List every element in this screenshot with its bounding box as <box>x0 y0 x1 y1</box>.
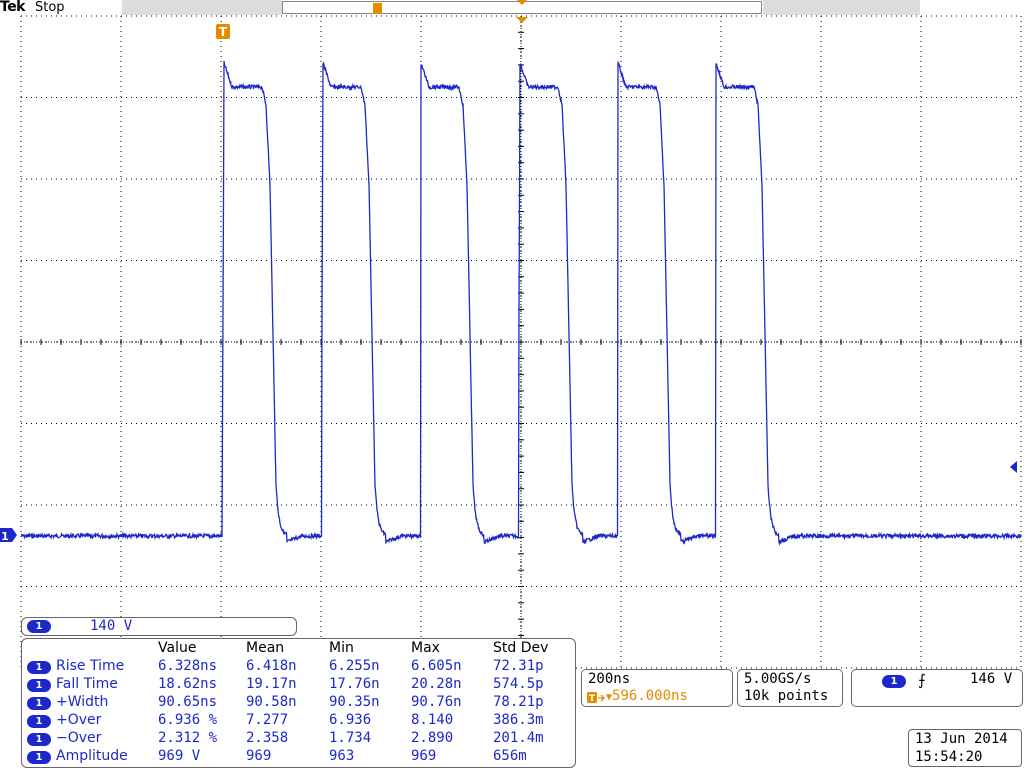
col-header-mean: Mean <box>246 640 285 656</box>
col-header-std-dev: Std Dev <box>493 640 549 656</box>
measurement-mean: 2.358 <box>246 730 289 746</box>
record-trigger-marker <box>373 3 382 14</box>
measurement-value: 6.328ns <box>158 658 218 674</box>
measurement-mean: 19.17n <box>246 676 297 692</box>
measurement-value: 969 V <box>158 748 201 764</box>
col-header-value: Value <box>158 640 197 656</box>
measurement-value: 2.312 % <box>158 730 218 746</box>
trigger-readout[interactable]: 1 ⨍ 146 V <box>851 669 1023 707</box>
sample-rate: 5.00GS/s <box>744 671 812 687</box>
measurement-name: Rise Time <box>56 658 125 674</box>
trigger-level: 146 V <box>970 671 1013 687</box>
measurement-std: 656m <box>493 748 527 764</box>
measurement-name: +Over <box>56 712 102 728</box>
graticule <box>20 15 1022 669</box>
measurement-source-badge: 1 <box>27 697 51 710</box>
measurement-value: 6.936 % <box>158 712 218 728</box>
measurement-min: 17.76n <box>329 676 380 692</box>
measurement-row[interactable]: 1 +Over 6.936 % 7.277 6.936 8.140 386.3m <box>22 712 577 730</box>
measurement-mean: 969 <box>246 748 272 764</box>
measurement-row[interactable]: 1 Fall Time 18.62ns 19.17n 17.76n 20.28n 574.5… <box>22 676 577 694</box>
svg-text:T: T <box>589 694 596 704</box>
measurement-max: 8.140 <box>411 712 454 728</box>
measurement-max: 6.605n <box>411 658 462 674</box>
time-label: 15:54:20 <box>915 749 983 765</box>
trigger-level-icon[interactable] <box>1010 461 1017 473</box>
channel-1-ground-label: 1 <box>1 530 9 543</box>
trigger-position-icon: T <box>216 24 230 39</box>
measurement-std: 72.31p <box>493 658 544 674</box>
col-header-min: Min <box>329 640 354 656</box>
time-per-div: 200ns <box>588 671 631 687</box>
measurement-std: 574.5p <box>493 676 544 692</box>
measurement-source-badge: 1 <box>27 679 51 692</box>
measurement-mean: 90.58n <box>246 694 297 710</box>
measurement-std: 201.4m <box>493 730 544 746</box>
channel-1-scale-readout[interactable]: 1 140 V <box>21 617 297 636</box>
date-label: 13 Jun 2014 <box>915 731 1008 747</box>
measurements-panel[interactable]: Value Mean Min Max Std Dev 1 Rise Time 6.3… <box>21 638 576 768</box>
measurement-std: 386.3m <box>493 712 544 728</box>
measurement-row[interactable]: 1 +Width 90.65ns 90.58n 90.35n 90.76n 78.21p <box>22 694 577 712</box>
channel-1-badge: 1 <box>27 620 51 633</box>
measurement-source-badge: 1 <box>27 661 51 674</box>
rising-edge-icon: ⨍ <box>918 671 926 689</box>
measurement-mean: 6.418n <box>246 658 297 674</box>
measurement-row[interactable]: 1 Rise Time 6.328ns 6.418n 6.255n 6.605n 72.31… <box>22 658 577 676</box>
measurement-name: Fall Time <box>56 676 118 692</box>
acquisition-readout[interactable]: 5.00GS/s 10k points <box>737 669 843 707</box>
measurement-max: 90.76n <box>411 694 462 710</box>
measurement-name: +Width <box>56 694 109 710</box>
measurement-row[interactable]: 1 −Over 2.312 % 2.358 1.734 2.890 201.4m <box>22 730 577 748</box>
measurement-std: 78.21p <box>493 694 544 710</box>
measurement-min: 90.35n <box>329 694 380 710</box>
measurement-min: 963 <box>329 748 355 764</box>
col-header-max: Max <box>411 640 440 656</box>
measurement-min: 1.734 <box>329 730 372 746</box>
measurement-max: 20.28n <box>411 676 462 692</box>
measurement-row[interactable]: 1 Amplitude 969 V 969 963 969 656m <box>22 748 577 766</box>
expansion-point-icon <box>517 0 527 5</box>
trigger-source-badge: 1 <box>882 675 906 688</box>
measurement-min: 6.255n <box>329 658 380 674</box>
measurement-value: 90.65ns <box>158 694 218 710</box>
measurement-min: 6.936 <box>329 712 372 728</box>
measurement-name: Amplitude <box>56 748 128 764</box>
measurement-mean: 7.277 <box>246 712 289 728</box>
channel-1-ground-marker[interactable]: 1 <box>0 528 17 543</box>
expansion-point-arrow-icon <box>516 17 528 23</box>
measurement-max: 2.890 <box>411 730 454 746</box>
horizontal-readout[interactable]: 200ns T ▼596.000ns <box>581 669 733 707</box>
measurement-name: −Over <box>56 730 102 746</box>
datetime-readout: 13 Jun 2014 15:54:20 <box>908 729 1022 767</box>
channel-1-volts-per-div: 140 V <box>90 618 133 634</box>
horizontal-position-value: ▼596.000ns <box>606 688 688 704</box>
measurement-source-badge: 1 <box>27 715 51 728</box>
measurement-source-badge: 1 <box>27 751 51 764</box>
measurement-value: 18.62ns <box>158 676 218 692</box>
record-length: 10k points <box>744 688 829 704</box>
trigger-position-label: T <box>219 25 228 39</box>
measurement-max: 969 <box>411 748 437 764</box>
measurement-source-badge: 1 <box>27 733 51 746</box>
